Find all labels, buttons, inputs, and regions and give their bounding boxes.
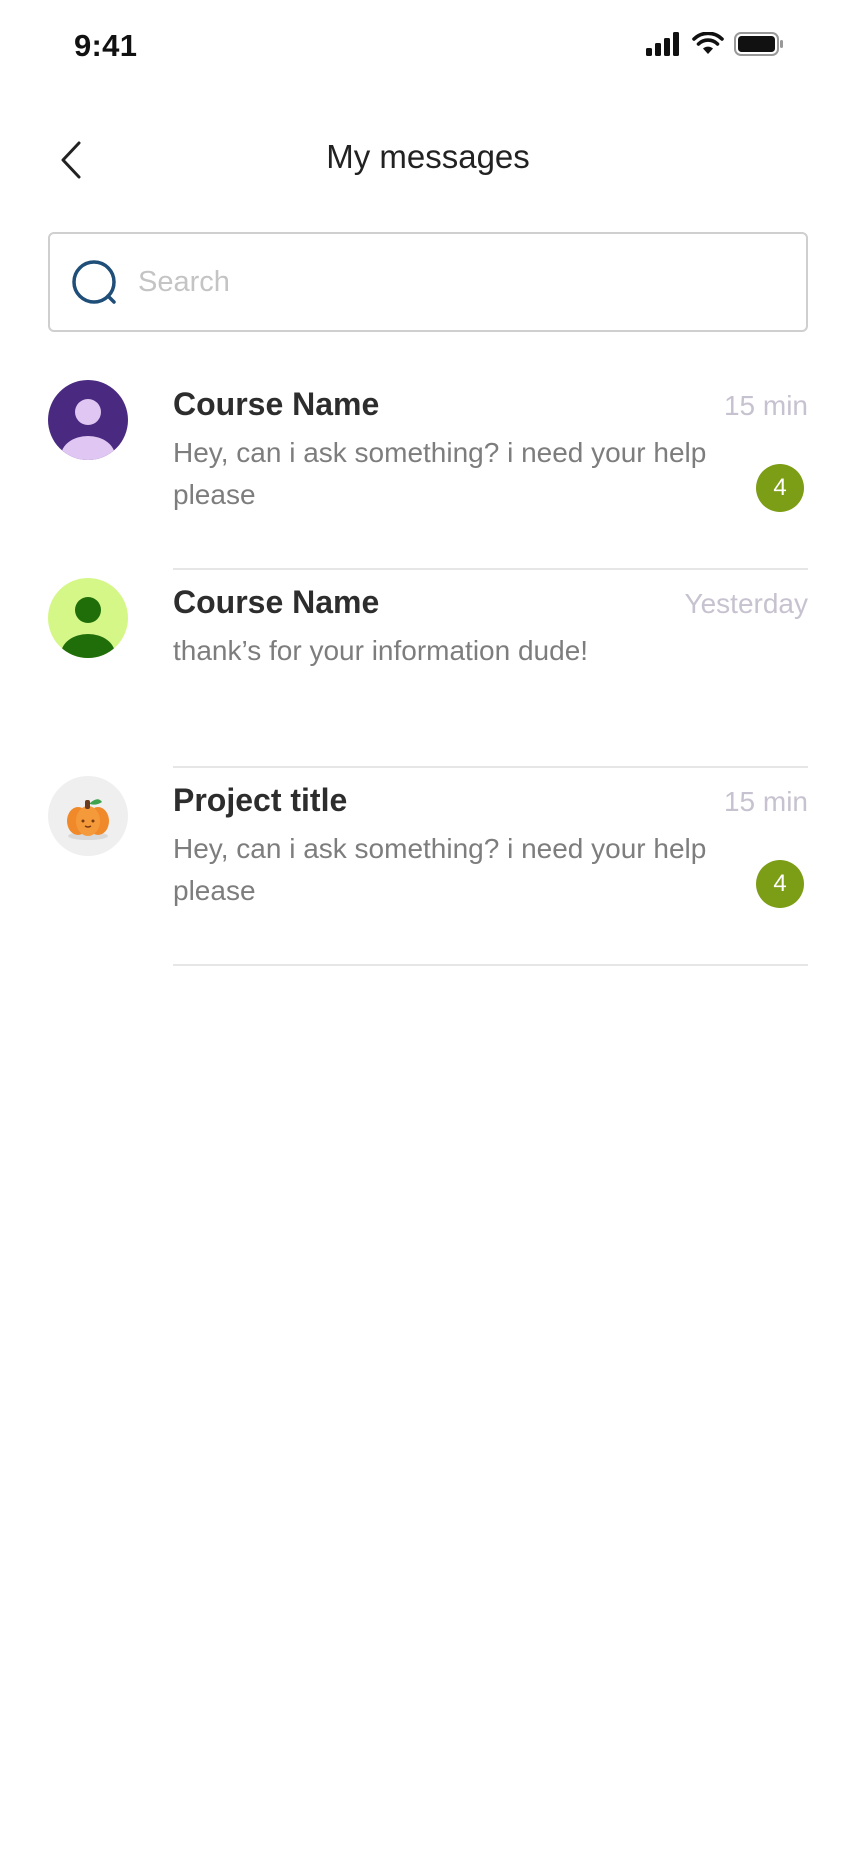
unread-badge: 4 bbox=[756, 860, 804, 908]
user-avatar bbox=[48, 578, 128, 658]
status-bar: 9:41 bbox=[0, 0, 856, 96]
message-time: Yesterday bbox=[684, 588, 809, 619]
status-time: 9:41 bbox=[74, 28, 138, 63]
message-item[interactable]: Course Name 15 min Hey, can i ask someth… bbox=[0, 372, 856, 570]
message-time: 15 min bbox=[723, 786, 808, 817]
search-box[interactable] bbox=[48, 232, 808, 332]
user-icon bbox=[48, 578, 128, 658]
user-icon bbox=[48, 380, 128, 460]
message-time: 15 min bbox=[723, 390, 808, 421]
message-list: Course Name 15 min Hey, can i ask someth… bbox=[0, 372, 856, 966]
message-item[interactable]: Course Name Yesterday thank’s for your i… bbox=[0, 570, 856, 768]
divider bbox=[173, 964, 808, 966]
message-preview: thank’s for your information dude! bbox=[173, 635, 589, 666]
signal-icon bbox=[646, 32, 679, 56]
message-item[interactable]: Project title 15 min Hey, can i ask some… bbox=[0, 768, 856, 966]
project-avatar bbox=[48, 776, 128, 856]
unread-badge: 4 bbox=[756, 464, 804, 512]
pumpkin-icon bbox=[48, 776, 128, 856]
message-preview: Hey, can i ask something? i need your he… bbox=[173, 437, 707, 510]
search-icon bbox=[72, 260, 116, 304]
messages-screen: 9:41 My messages Search Course Name 15 m… bbox=[0, 0, 856, 1852]
wifi-icon bbox=[692, 32, 724, 54]
page-title: My messages bbox=[326, 138, 530, 175]
message-sender: Course Name bbox=[173, 386, 380, 422]
search-input[interactable] bbox=[138, 234, 788, 330]
message-sender: Course Name bbox=[173, 584, 380, 620]
battery-icon bbox=[734, 32, 783, 56]
message-sender: Project title bbox=[173, 782, 348, 818]
status-icons bbox=[646, 32, 784, 56]
message-preview: Hey, can i ask something? i need your he… bbox=[173, 833, 707, 906]
header: My messages bbox=[0, 120, 856, 200]
user-avatar bbox=[48, 380, 128, 460]
